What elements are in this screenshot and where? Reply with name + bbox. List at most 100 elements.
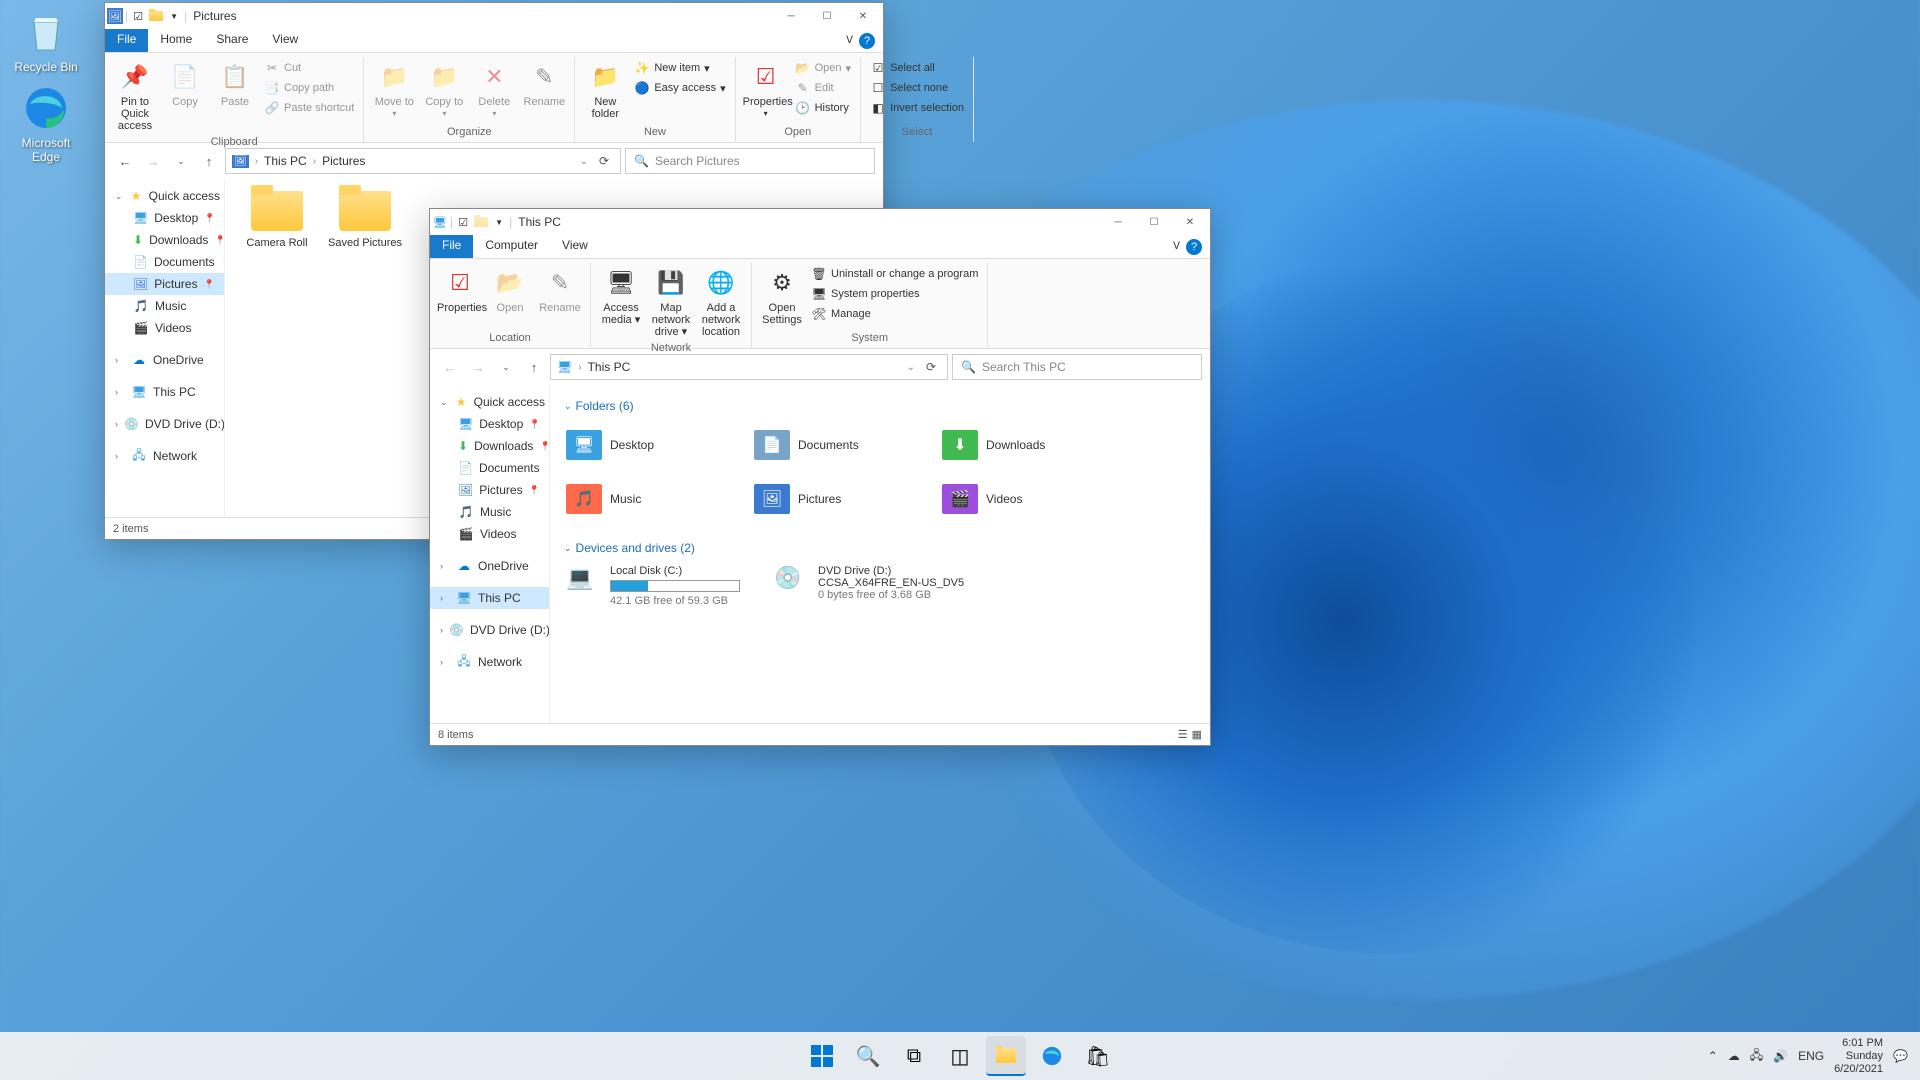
forward-button[interactable]: → xyxy=(466,355,490,379)
tray-overflow-icon[interactable]: ⌃ xyxy=(1708,1049,1718,1063)
refresh-button[interactable]: ⟳ xyxy=(921,360,941,374)
nav-pictures[interactable]: 🖼Pictures📍 xyxy=(430,479,549,501)
copy-button[interactable]: 📄Copy xyxy=(161,59,209,110)
tray-onedrive-icon[interactable]: ☁ xyxy=(1728,1049,1740,1063)
system-properties-button[interactable]: 🖥System properties xyxy=(808,285,981,303)
nav-quick-access[interactable]: ⌄★Quick access xyxy=(430,391,549,413)
nav-downloads[interactable]: ⬇Downloads📍 xyxy=(430,435,549,457)
start-button[interactable] xyxy=(802,1036,842,1076)
folder-music[interactable]: 🎵Music xyxy=(564,475,744,523)
content-area[interactable]: ⌄Folders (6) 🖥Desktop📄Documents⬇Download… xyxy=(550,385,1210,723)
move-to-button[interactable]: 📁Move to▾ xyxy=(370,59,418,122)
folder-videos[interactable]: 🎬Videos xyxy=(940,475,1120,523)
nav-network[interactable]: ›🖧Network xyxy=(430,651,549,673)
edit-button[interactable]: ✎Edit xyxy=(792,79,854,97)
ribbon-collapse-icon[interactable]: ᐯ xyxy=(1173,241,1180,252)
up-button[interactable]: ↑ xyxy=(522,355,546,379)
nav-documents[interactable]: 📄Documents📍 xyxy=(430,457,549,479)
uninstall-button[interactable]: 🗑Uninstall or change a program xyxy=(808,265,981,283)
tray-network-icon[interactable]: 🖧 xyxy=(1750,1046,1763,1067)
properties-button[interactable]: ☑Properties▾ xyxy=(742,59,790,122)
new-item-button[interactable]: ✨New item ▾ xyxy=(631,59,728,77)
nav-documents[interactable]: 📄Documents📍 xyxy=(105,251,224,273)
tab-home[interactable]: Home xyxy=(148,29,204,52)
rename-button[interactable]: ✎Rename xyxy=(520,59,568,110)
address-dropdown-icon[interactable]: ⌄ xyxy=(907,362,915,373)
map-drive-button[interactable]: 💾Map network drive ▾ xyxy=(647,265,695,340)
add-location-button[interactable]: 🌐Add a network location xyxy=(697,265,745,340)
help-icon[interactable]: ? xyxy=(1186,239,1202,255)
search-input[interactable]: 🔍 Search This PC xyxy=(952,354,1202,380)
qat-properties-icon[interactable]: ☑ xyxy=(130,8,146,24)
clock[interactable]: 6:01 PM Sunday 6/20/2021 xyxy=(1834,1037,1883,1076)
qat-chevron-down-icon[interactable]: ▼ xyxy=(491,214,507,230)
search-input[interactable]: 🔍 Search Pictures xyxy=(625,148,875,174)
folder-downloads[interactable]: ⬇Downloads xyxy=(940,421,1120,469)
maximize-button[interactable]: ☐ xyxy=(1136,211,1172,233)
titlebar[interactable]: 🖼 | ☑ ▼ | Pictures ─ ☐ ✕ xyxy=(105,3,883,29)
nav-dvd[interactable]: ›💿DVD Drive (D:) CCSA xyxy=(430,619,549,641)
address-dropdown-icon[interactable]: ⌄ xyxy=(580,156,588,167)
taskbar[interactable]: 🔍 ⧉ ◫ 🛍 ⌃ ☁ 🖧 🔊 ENG 6:01 PM Sunday 6/20/… xyxy=(0,1032,1920,1080)
navigation-pane[interactable]: ⌄★Quick access 🖥Desktop📍 ⬇Downloads📍 📄Do… xyxy=(105,179,225,517)
tab-file[interactable]: File xyxy=(105,29,148,52)
folder-pictures[interactable]: 🖼Pictures xyxy=(752,475,932,523)
folder-desktop[interactable]: 🖥Desktop xyxy=(564,421,744,469)
task-view-button[interactable]: ⧉ xyxy=(894,1036,934,1076)
tab-view[interactable]: View xyxy=(260,29,310,52)
folder-saved-pictures[interactable]: Saved Pictures xyxy=(327,191,403,249)
folder-documents[interactable]: 📄Documents xyxy=(752,421,932,469)
drive-item[interactable]: 💿DVD Drive (D:)CCSA_X64FRE_EN-US_DV50 by… xyxy=(772,563,972,609)
section-folders[interactable]: ⌄Folders (6) xyxy=(564,395,1196,421)
up-button[interactable]: ↑ xyxy=(197,149,221,173)
chevron-right-icon[interactable]: › xyxy=(578,362,581,373)
store-button[interactable]: 🛍 xyxy=(1078,1036,1118,1076)
history-dropdown[interactable]: ⌄ xyxy=(494,355,518,379)
select-none-button[interactable]: ☐Select none xyxy=(867,79,967,97)
breadcrumb-pictures[interactable]: Pictures xyxy=(322,154,365,168)
nav-this-pc[interactable]: ›🖥This PC xyxy=(430,587,549,609)
nav-music[interactable]: 🎵Music xyxy=(430,501,549,523)
nav-onedrive[interactable]: ›☁OneDrive xyxy=(105,349,224,371)
properties-button[interactable]: ☑Properties xyxy=(436,265,484,316)
desktop-icon-edge[interactable]: Microsoft Edge xyxy=(8,84,84,164)
manage-button[interactable]: 🛠Manage xyxy=(808,305,981,323)
open-button[interactable]: 📂Open xyxy=(486,265,534,316)
nav-pictures[interactable]: 🖼Pictures📍 xyxy=(105,273,224,295)
nav-desktop[interactable]: 🖥Desktop📍 xyxy=(105,207,224,229)
new-folder-button[interactable]: 📁New folder xyxy=(581,59,629,122)
nav-onedrive[interactable]: ›☁OneDrive xyxy=(430,555,549,577)
back-button[interactable]: ← xyxy=(113,149,137,173)
qat-newfolder-icon[interactable] xyxy=(473,214,489,230)
copy-to-button[interactable]: 📁Copy to▾ xyxy=(420,59,468,122)
nav-videos[interactable]: 🎬Videos xyxy=(105,317,224,339)
minimize-button[interactable]: ─ xyxy=(773,5,809,27)
chevron-right-icon[interactable]: › xyxy=(313,156,316,167)
history-dropdown[interactable]: ⌄ xyxy=(169,149,193,173)
maximize-button[interactable]: ☐ xyxy=(809,5,845,27)
edge-button[interactable] xyxy=(1032,1036,1072,1076)
tab-file[interactable]: File xyxy=(430,235,473,258)
qat-properties-icon[interactable]: ☑ xyxy=(455,214,471,230)
tab-view[interactable]: View xyxy=(550,235,600,258)
history-button[interactable]: 🕑History xyxy=(792,99,854,117)
minimize-button[interactable]: ─ xyxy=(1100,211,1136,233)
open-button[interactable]: 📂Open ▾ xyxy=(792,59,854,77)
system-tray[interactable]: ⌃ ☁ 🖧 🔊 ENG 6:01 PM Sunday 6/20/2021 💬 xyxy=(1696,1037,1920,1076)
back-button[interactable]: ← xyxy=(438,355,462,379)
qat-newfolder-icon[interactable] xyxy=(148,8,164,24)
paste-button[interactable]: 📋Paste xyxy=(211,59,259,110)
breadcrumb-thispc[interactable]: This PC xyxy=(264,154,307,168)
close-button[interactable]: ✕ xyxy=(1172,211,1208,233)
paste-shortcut-button[interactable]: 🔗Paste shortcut xyxy=(261,99,357,117)
section-drives[interactable]: ⌄Devices and drives (2) xyxy=(564,537,1196,563)
refresh-button[interactable]: ⟳ xyxy=(594,154,614,168)
delete-button[interactable]: ✕Delete▾ xyxy=(470,59,518,122)
nav-dvd[interactable]: ›💿DVD Drive (D:) CCSA xyxy=(105,413,224,435)
details-view-button[interactable]: ☰ xyxy=(1178,728,1188,741)
navigation-pane[interactable]: ⌄★Quick access 🖥Desktop📍 ⬇Downloads📍 📄Do… xyxy=(430,385,550,723)
address-bar[interactable]: 🖥 › This PC ⌄ ⟳ xyxy=(550,354,948,380)
qat-chevron-down-icon[interactable]: ▼ xyxy=(166,8,182,24)
ribbon-collapse-icon[interactable]: ᐯ xyxy=(846,35,853,46)
tab-share[interactable]: Share xyxy=(204,29,260,52)
